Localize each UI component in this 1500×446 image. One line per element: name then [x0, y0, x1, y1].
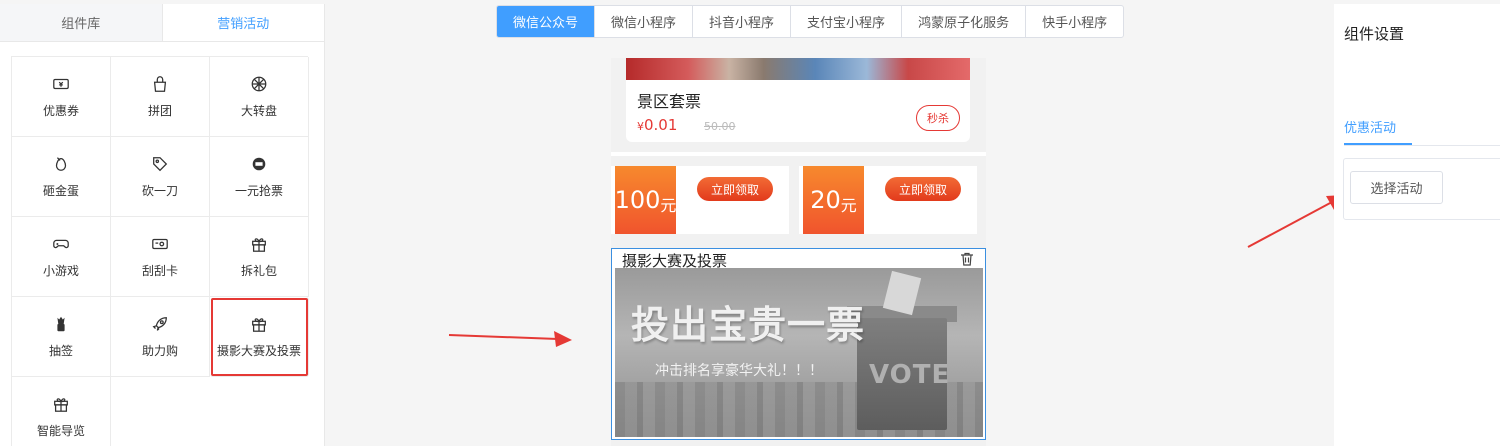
ticket-card[interactable]: 景区套票 ¥0.01 50.00 秒杀 — [626, 58, 970, 142]
ticket-photo — [626, 58, 970, 80]
widget-label: 智能导览 — [36, 424, 85, 438]
vote-box-label: VOTE — [869, 360, 951, 390]
coupon-amount: 20 元 — [803, 166, 864, 234]
widget-label: 拆礼包 — [240, 264, 277, 278]
phone-preview: 景区套票 ¥0.01 50.00 秒杀 100 元 立即领取 20 元 立即领取 摄… — [611, 58, 986, 446]
widget-boost-buy[interactable]: 助力购 — [111, 297, 210, 377]
gift-icon — [51, 394, 71, 414]
widget-label: 砍一刀 — [141, 184, 178, 198]
trash-icon[interactable] — [959, 251, 975, 267]
tabs-border — [1344, 145, 1500, 146]
settings-panel: 组件设置 优惠活动 选择活动 — [1334, 4, 1500, 446]
tab-wechat-mini[interactable]: 微信小程序 — [595, 6, 694, 37]
widget-label: 小游戏 — [42, 264, 79, 278]
tab-wechat-official[interactable]: 微信公众号 — [497, 6, 596, 37]
coupon-amount-value: 20 — [810, 186, 841, 214]
widget-wheel[interactable]: 大转盘 — [210, 57, 309, 137]
tab-douyin-mini[interactable]: 抖音小程序 — [693, 6, 792, 37]
widget-label: 砸金蛋 — [42, 184, 79, 198]
coupon-amount: 100 元 — [615, 166, 676, 234]
arrow-to-preview-icon — [448, 331, 572, 347]
widget-golden-egg[interactable]: 砸金蛋 — [12, 137, 111, 217]
settings-title: 组件设置 — [1344, 25, 1405, 43]
coupon-card[interactable]: 20 元 立即领取 — [799, 166, 977, 234]
gift-icon — [249, 234, 269, 254]
lottery-icon — [51, 314, 71, 334]
coupon-icon — [51, 74, 71, 94]
coupon-unit: 元 — [840, 196, 857, 215]
widget-smart-guide[interactable]: 智能导览 — [12, 377, 111, 446]
tab-marketing-activities[interactable]: 营销活动 — [161, 4, 324, 41]
library-tabs: 组件库 营销活动 — [0, 4, 324, 42]
gamepad-icon — [51, 234, 71, 254]
marketing-widget-grid: 优惠券 拼团 大转盘 砸金蛋 砍一刀 一元抢票 小游戏 刮刮卡 拆礼包 抽签 助… — [11, 56, 309, 446]
coupon-unit: 元 — [660, 196, 677, 215]
bargain-icon — [150, 154, 170, 174]
coupon-card[interactable]: 100 元 立即领取 — [611, 166, 789, 234]
claim-coupon-button[interactable]: 立即领取 — [885, 177, 961, 201]
banner-subtitle: 冲击排名享豪华大礼！！！ — [655, 363, 823, 379]
platform-tabs: 微信公众号 微信小程序 抖音小程序 支付宝小程序 鸿蒙原子化服务 快手小程序 — [496, 5, 1125, 38]
rocket-icon — [150, 314, 170, 334]
photo-contest-vote-block[interactable]: 摄影大赛及投票 VOTE 投出宝贵一票 冲击排名享豪华大礼！！！ — [611, 248, 986, 440]
widget-group-buy[interactable]: 拼团 — [111, 57, 210, 137]
widget-scratch-card[interactable]: 刮刮卡 — [111, 217, 210, 297]
tab-alipay-mini[interactable]: 支付宝小程序 — [791, 6, 903, 37]
widget-photo-contest-vote[interactable]: 摄影大赛及投票 — [210, 297, 309, 377]
vote-banner-image: VOTE 投出宝贵一票 冲击排名享豪华大礼！！！ — [615, 268, 983, 437]
gift-icon — [249, 314, 269, 334]
widget-bargain[interactable]: 砍一刀 — [111, 137, 210, 217]
widget-label: 拼团 — [147, 104, 172, 118]
widget-label: 抽签 — [48, 344, 73, 358]
banner-headline: 投出宝贵一票 — [631, 303, 866, 347]
egg-icon — [51, 154, 71, 174]
scratch-card-icon — [150, 234, 170, 254]
tab-component-library[interactable]: 组件库 — [0, 4, 162, 41]
widget-mini-game[interactable]: 小游戏 — [12, 217, 111, 297]
widget-label: 优惠券 — [42, 104, 79, 118]
widget-lottery[interactable]: 抽签 — [12, 297, 111, 377]
claim-coupon-button[interactable]: 立即领取 — [697, 177, 773, 201]
widget-label: 一元抢票 — [234, 184, 283, 198]
group-buy-icon — [150, 74, 170, 94]
tab-kuaishou-mini[interactable]: 快手小程序 — [1026, 6, 1123, 37]
tab-discount-activity[interactable]: 优惠活动 — [1344, 117, 1396, 136]
currency-symbol: ¥ — [637, 120, 644, 133]
ticket-title: 景区套票 — [637, 92, 702, 111]
price-value: 0.01 — [644, 116, 678, 134]
ticket-icon — [249, 154, 269, 174]
activity-selector-box: 选择活动 — [1343, 158, 1500, 220]
widget-label: 助力购 — [141, 344, 178, 358]
select-activity-button[interactable]: 选择活动 — [1350, 171, 1443, 204]
tab-harmony-service[interactable]: 鸿蒙原子化服务 — [902, 6, 1027, 37]
arrow-to-settings-icon — [1247, 195, 1344, 248]
widget-label: 大转盘 — [240, 104, 277, 118]
widget-one-yuan-ticket[interactable]: 一元抢票 — [210, 137, 309, 217]
coupon-amount-value: 100 — [614, 186, 661, 214]
component-library-panel: 组件库 营销活动 优惠券 拼团 大转盘 砸金蛋 砍一刀 一元抢票 小游戏 刮刮卡… — [0, 4, 325, 446]
ticket-old-price: 50.00 — [704, 120, 736, 133]
wheel-icon — [249, 74, 269, 94]
flash-sale-button[interactable]: 秒杀 — [916, 105, 960, 131]
widget-coupon[interactable]: 优惠券 — [12, 57, 111, 137]
widget-label: 摄影大赛及投票 — [216, 344, 301, 358]
widget-gift-pack[interactable]: 拆礼包 — [210, 217, 309, 297]
section-divider — [611, 152, 986, 156]
ticket-price: ¥0.01 — [637, 116, 677, 134]
widget-label: 刮刮卡 — [141, 264, 178, 278]
